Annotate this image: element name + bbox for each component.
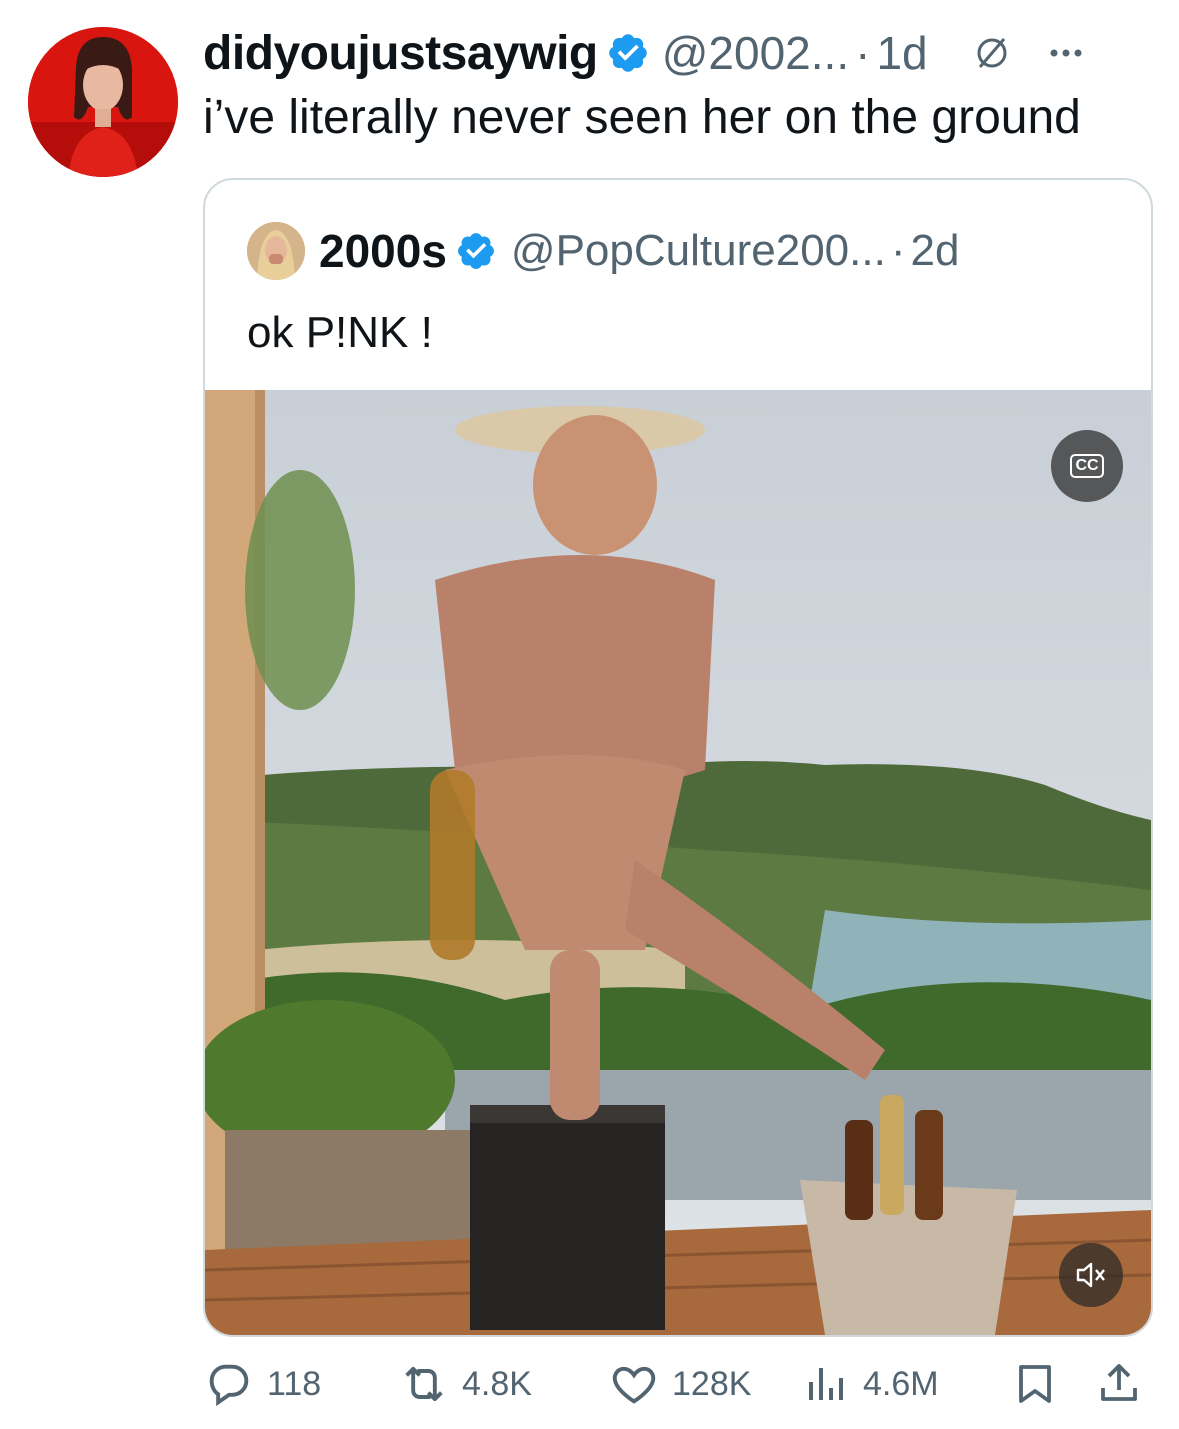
share-icon	[1101, 1364, 1137, 1401]
view-count: 4.6M	[863, 1364, 939, 1403]
separator-dot: ·	[890, 226, 906, 275]
mute-button[interactable]	[1059, 1243, 1123, 1307]
quote-text: ok P!NK !	[247, 308, 433, 357]
like-count: 128K	[672, 1364, 752, 1403]
verified-badge-icon[interactable]	[606, 31, 650, 75]
tweet-header: didyoujustsaywig @2002... · 1d	[203, 22, 1088, 84]
timestamp[interactable]: 1d	[876, 26, 927, 80]
cc-icon: CC	[1070, 454, 1104, 478]
closed-captions-button[interactable]: CC	[1051, 430, 1123, 502]
reply-button[interactable]: 118	[203, 1352, 321, 1416]
handle[interactable]: @2002...	[662, 26, 849, 80]
quote-display-name[interactable]: 2000s	[319, 224, 447, 278]
quote-header: 2000s @PopCulture200... · 2d	[247, 220, 959, 282]
no-reply-icon	[970, 31, 1014, 75]
separator-dot: ·	[855, 27, 871, 79]
verified-badge-icon[interactable]	[455, 230, 497, 272]
views-chart-icon	[809, 1368, 843, 1400]
more-options-icon[interactable]	[1044, 31, 1088, 75]
reply-icon	[209, 1364, 249, 1407]
bookmark-icon	[1019, 1365, 1051, 1403]
repost-count: 4.8K	[462, 1364, 532, 1403]
repost-button[interactable]: 4.8K	[398, 1352, 532, 1416]
display-name[interactable]: didyoujustsaywig	[203, 26, 598, 81]
bookmark-button[interactable]	[1011, 1352, 1059, 1416]
avatar[interactable]	[28, 27, 178, 177]
share-button[interactable]	[1095, 1352, 1143, 1416]
video-thumbnail	[205, 390, 1151, 1335]
speaker-muted-icon	[1076, 1262, 1105, 1288]
repost-icon	[405, 1366, 443, 1402]
heart-icon	[612, 1366, 656, 1404]
reply-count: 118	[267, 1364, 322, 1403]
quote-timestamp[interactable]: 2d	[910, 226, 959, 276]
action-bar: 118 4.8K 128K 4.6M	[203, 1352, 1149, 1416]
quoted-tweet[interactable]: 2000s @PopCulture200... · 2d ok P!NK ! C…	[203, 178, 1153, 1337]
quote-handle[interactable]: @PopCulture200...	[511, 226, 886, 276]
tweet-text: i’ve literally never seen her on the gro…	[203, 91, 1081, 144]
views-button[interactable]: 4.6M	[803, 1352, 939, 1416]
like-button[interactable]: 128K	[608, 1352, 751, 1416]
quote-avatar[interactable]	[247, 222, 305, 280]
video-player[interactable]: CC	[205, 390, 1151, 1335]
